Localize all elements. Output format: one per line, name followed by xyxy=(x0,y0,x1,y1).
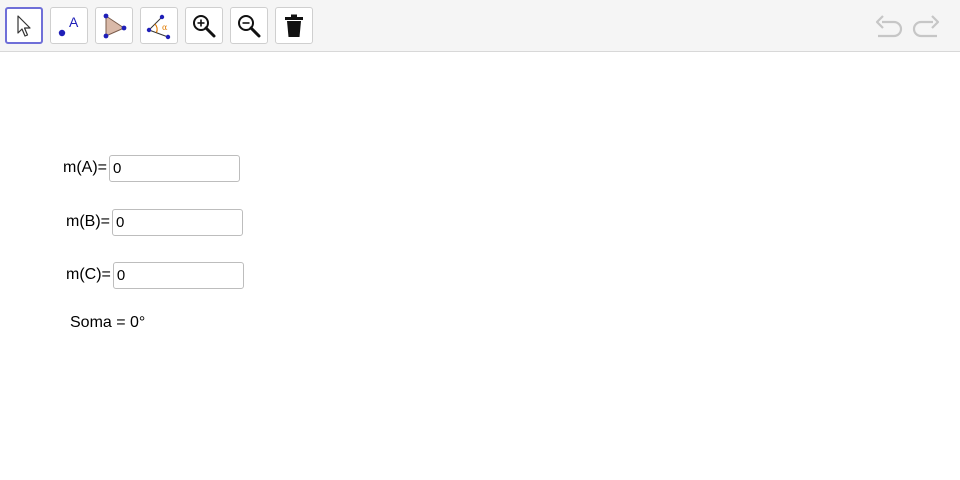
sum-text: Soma = 0° xyxy=(70,314,146,331)
angle-tool-label: α xyxy=(162,23,168,32)
input-label-c: m(C)= xyxy=(66,266,111,283)
triangle-icon xyxy=(103,13,127,38)
zoom-in-icon xyxy=(193,14,216,37)
input-row-a: m(A)= xyxy=(63,154,240,182)
input-row-b: m(B)= xyxy=(66,208,243,236)
input-field-c[interactable] xyxy=(112,261,244,289)
point-icon: A xyxy=(58,14,79,36)
redo-button[interactable] xyxy=(911,13,941,39)
undo-button[interactable] xyxy=(874,13,904,39)
undo-icon xyxy=(875,15,903,38)
zoom-out-button[interactable] xyxy=(230,7,268,44)
input-field-a[interactable] xyxy=(109,154,240,182)
input-row-c: m(C)= xyxy=(66,261,244,289)
input-label-b: m(B)= xyxy=(66,213,110,230)
zoom-in-button[interactable] xyxy=(185,7,223,44)
input-field-b[interactable] xyxy=(112,208,243,236)
point-tool-button[interactable]: A xyxy=(50,7,88,44)
redo-icon xyxy=(912,15,940,38)
graphics-view[interactable]: m(A)= m(B)= m(C)= Soma = 0° xyxy=(0,53,960,480)
polygon-tool-button[interactable] xyxy=(95,7,133,44)
toolbar: A α xyxy=(0,0,960,52)
angle-icon: α xyxy=(146,14,171,39)
zoom-out-icon xyxy=(238,14,261,37)
arrow-cursor-icon xyxy=(17,14,31,37)
angle-tool-button[interactable]: α xyxy=(140,7,178,44)
delete-button[interactable] xyxy=(275,7,313,44)
point-tool-label: A xyxy=(69,14,79,30)
input-label-a: m(A)= xyxy=(63,159,107,176)
trash-icon xyxy=(285,14,303,37)
move-tool-button[interactable] xyxy=(5,7,43,44)
